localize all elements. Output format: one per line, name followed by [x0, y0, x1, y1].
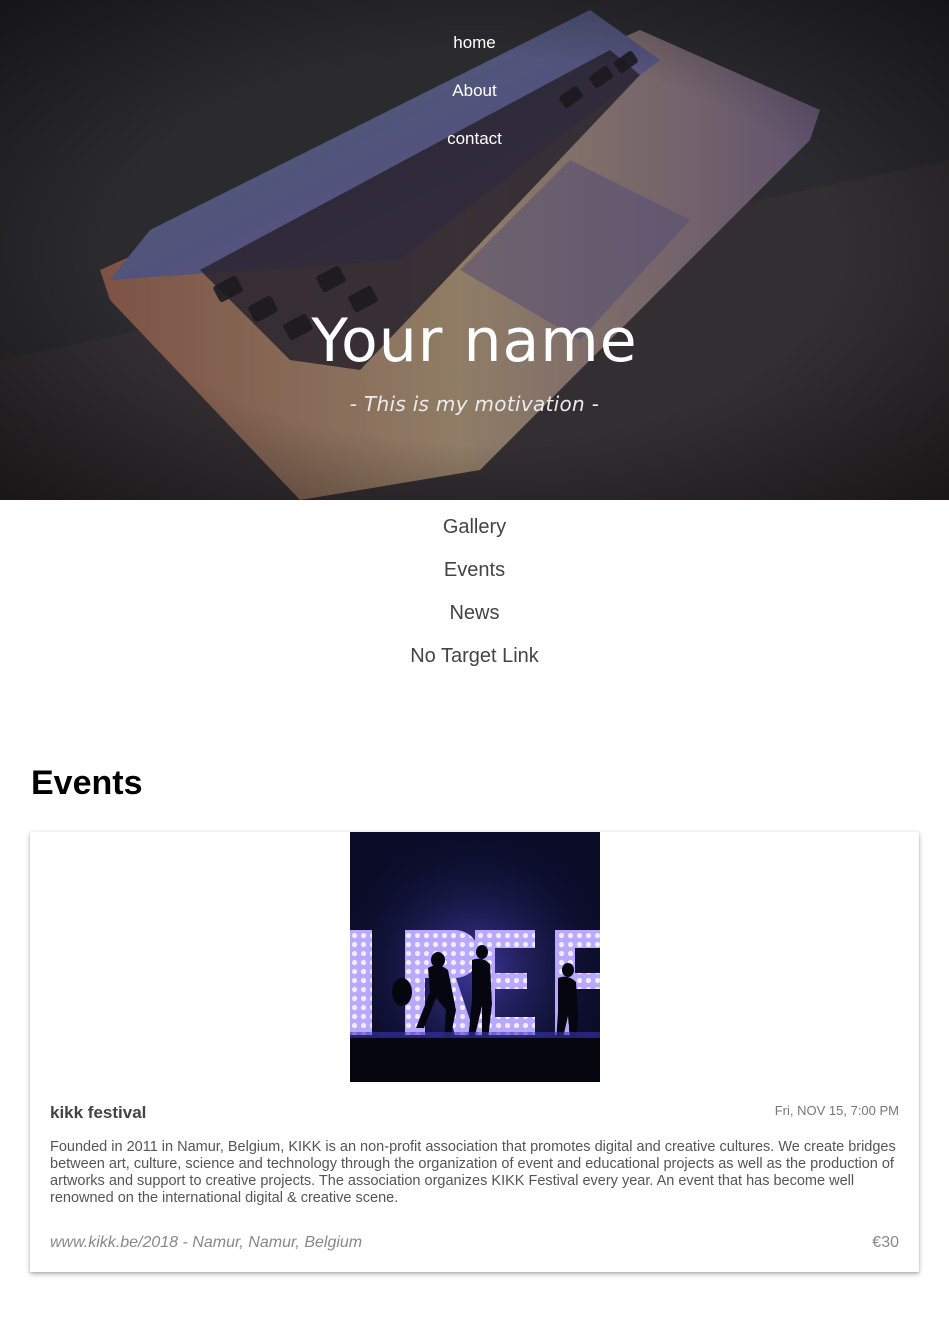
event-title: kikk festival [50, 1103, 147, 1122]
nav-link-contact[interactable]: contact [447, 126, 502, 174]
events-heading: Events [31, 764, 143, 802]
nav-link-news[interactable]: News [449, 596, 499, 639]
event-price: €30 [872, 1234, 899, 1251]
event-location: www.kikk.be/2018 - Namur, Namur, Belgium [50, 1234, 363, 1251]
secondary-navigation: Gallery Events News No Target Link [0, 510, 949, 682]
hero-title: Your name [311, 306, 638, 376]
event-card[interactable]: kikk festival Fri, NOV 15, 7:00 PM Found… [30, 832, 919, 1272]
event-image [350, 832, 600, 1082]
event-date: Fri, NOV 15, 7:00 PM [774, 1103, 899, 1118]
nav-link-gallery[interactable]: Gallery [443, 510, 506, 553]
nav-link-events[interactable]: Events [444, 553, 505, 596]
event-description: Founded in 2011 in Namur, Belgium, KIKK … [50, 1139, 896, 1206]
nav-link-no-target[interactable]: No Target Link [410, 639, 539, 682]
hero-banner: home About contact Your name - This is m… [0, 0, 949, 500]
nav-link-home[interactable]: home [453, 30, 496, 78]
hero-motto: - This is my motivation - [349, 392, 600, 416]
stage-lights-image [350, 832, 600, 1082]
nav-link-about[interactable]: About [452, 78, 496, 126]
top-navigation: home About contact [0, 30, 949, 174]
